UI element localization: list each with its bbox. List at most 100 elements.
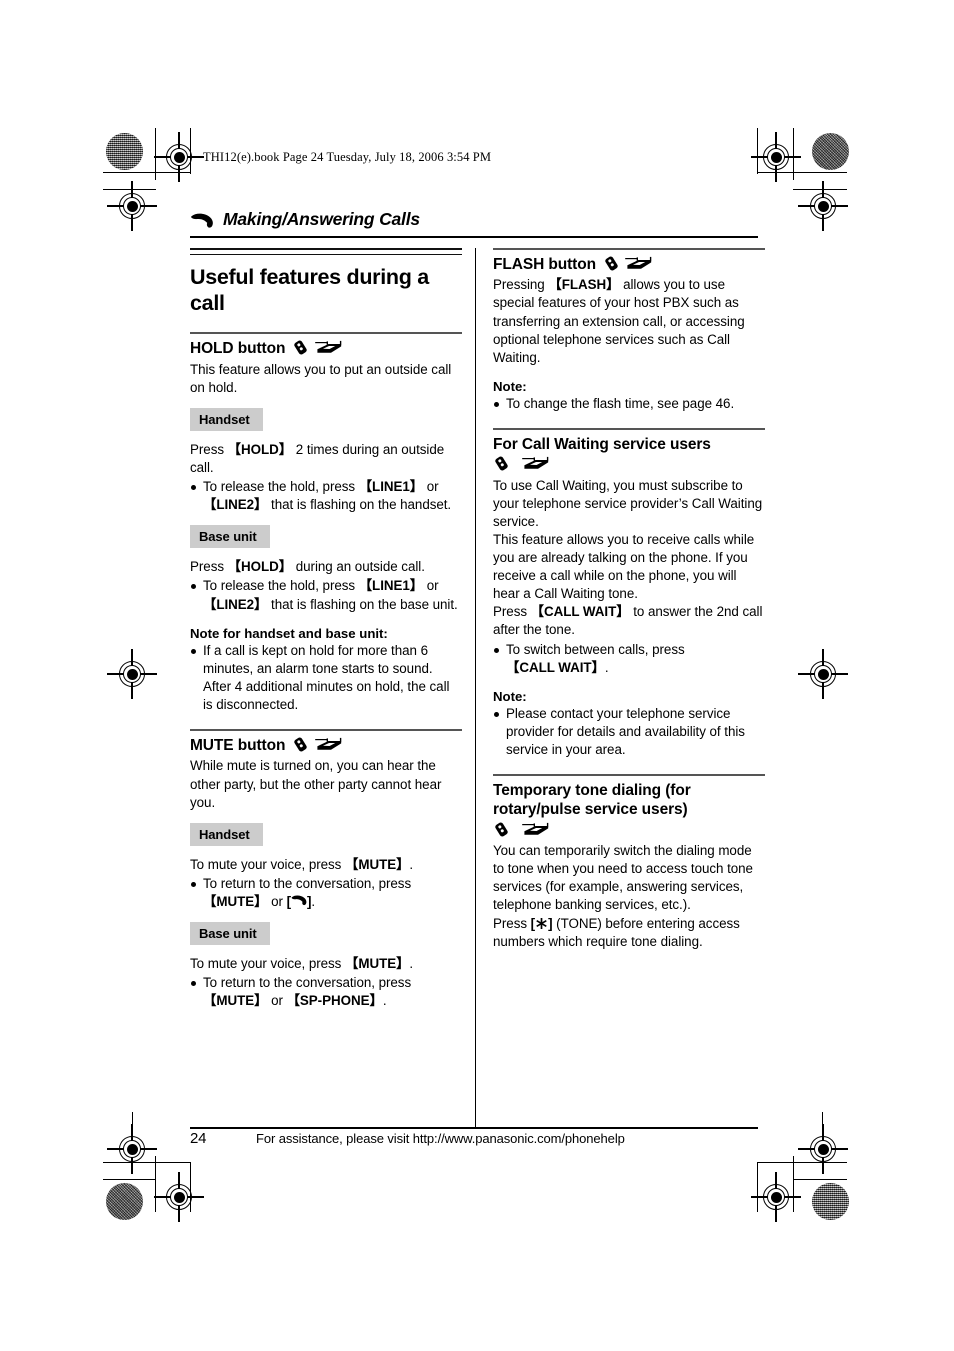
- base-unit-icon: [314, 737, 342, 752]
- crop-line: [757, 172, 847, 174]
- handset-badge: Handset: [190, 408, 263, 431]
- device-icon-pair: [603, 255, 652, 274]
- cordless-handset-icon: [292, 340, 309, 355]
- crop-line: [103, 1179, 156, 1181]
- crop-line: [155, 1156, 157, 1212]
- crop-line: [757, 1162, 847, 1164]
- hold-note-heading: Note for handset and base unit:: [190, 625, 388, 641]
- hold-button-heading: HOLD button: [190, 339, 462, 358]
- list-item: If a call is kept on hold for more than …: [190, 642, 462, 714]
- column-divider: [475, 248, 476, 1128]
- tone-dialing-heading: Temporary tone dialing (for rotary/pulse…: [493, 781, 765, 840]
- mute-handset-bullets: To return to the conversation, press 【MU…: [190, 875, 462, 911]
- base-unit-badge: Base unit: [190, 921, 270, 945]
- talk-key-icon: [291, 894, 307, 906]
- call-waiting-para-2: This feature allows you to receive calls…: [493, 531, 755, 602]
- list-item: To return to the conversation, press 【MU…: [190, 974, 462, 1010]
- base-unit-icon: [314, 340, 342, 355]
- registration-mark-top-left: [154, 132, 204, 182]
- telephone-handset-icon: [190, 213, 214, 230]
- crop-line: [103, 189, 156, 191]
- mute-base-bullets: To return to the conversation, press 【MU…: [190, 974, 462, 1010]
- footer-rule: [190, 1127, 758, 1129]
- registration-mark-bottom-right: [798, 1124, 848, 1174]
- call-waiting-note-heading: Note:: [493, 688, 527, 704]
- asterisk-tone-key-icon: [535, 917, 548, 930]
- device-icon-pair: [493, 455, 765, 474]
- flash-body-text: Pressing 【FLASH】 allows you to use speci…: [493, 277, 745, 365]
- halftone-patch-bottom-right: [812, 1183, 849, 1220]
- flash-button-heading: FLASH button: [493, 255, 765, 274]
- list-item: To release the hold, press 【LINE1】 or 【L…: [190, 577, 462, 613]
- base-unit-icon: [521, 456, 549, 471]
- subsection-rule: [493, 248, 765, 250]
- subsection-rule: [190, 729, 462, 732]
- crop-line: [190, 128, 192, 174]
- handset-badge: Handset: [190, 822, 263, 846]
- crop-line: [757, 1162, 759, 1212]
- chapter-title: Making/Answering Calls: [223, 209, 420, 229]
- list-item: To return to the conversation, press 【MU…: [190, 875, 462, 911]
- tone-dialing-para-2: Press [] (TONE) before entering access n…: [493, 915, 740, 949]
- subsection-rule: [190, 332, 462, 335]
- registration-mark-bottom-right-inner: [751, 1172, 801, 1222]
- cordless-handset-icon: [493, 456, 510, 471]
- crop-line: [103, 1162, 191, 1164]
- hold-base-instruction: Press 【HOLD】 during an outside call.: [190, 559, 425, 575]
- crop-line: [793, 1179, 847, 1181]
- device-icon-pair: [493, 821, 765, 840]
- device-icon-pair: [292, 339, 341, 358]
- registration-mark-bottom-left: [107, 1124, 157, 1174]
- call-waiting-para-3: Press 【CALL WAIT】 to answer the 2nd call…: [493, 604, 763, 638]
- mute-handset-instruction: To mute your voice, press 【MUTE】.: [190, 856, 414, 872]
- chapter-rule: [190, 236, 758, 238]
- crop-line: [103, 172, 191, 174]
- list-item: To change the flash time, see page 46.: [493, 395, 765, 413]
- page-content: Useful features during a call HOLD butto…: [190, 248, 765, 1128]
- device-icon-pair: [292, 736, 341, 755]
- registration-mark-top-right: [751, 132, 801, 182]
- hold-note-bullets: If a call is kept on hold for more than …: [190, 642, 462, 714]
- page-number: 24: [190, 1130, 207, 1147]
- mute-button-heading: MUTE button: [190, 736, 462, 755]
- halftone-patch-top-left: [106, 133, 143, 170]
- hold-intro-text: This feature allows you to put an outsid…: [190, 361, 452, 395]
- mute-intro-text: While mute is turned on, you can hear th…: [190, 758, 442, 810]
- crop-line: [757, 128, 759, 174]
- crop-line: [793, 189, 847, 191]
- right-column: FLASH button Pressing 【FLASH】 allows you…: [493, 248, 765, 951]
- section-rule: [190, 248, 462, 255]
- assistance-text: For assistance, please visit http://www.…: [256, 1131, 625, 1146]
- mute-base-instruction: To mute your voice, press 【MUTE】.: [190, 955, 414, 971]
- page-title: Useful features during a call: [190, 265, 429, 316]
- call-waiting-para-1: To use Call Waiting, you must subscribe …: [493, 477, 763, 529]
- registration-mark-bottom-left-inner: [154, 1172, 204, 1222]
- book-file-header-path: THI12(e).book Page 24 Tuesday, July 18, …: [203, 150, 492, 164]
- flash-note-heading: Note:: [493, 378, 527, 394]
- registration-mark-lower-right: [798, 649, 848, 699]
- hold-handset-instruction: Press 【HOLD】 2 times during an outside c…: [190, 442, 445, 476]
- registration-mark-lower-left: [107, 649, 157, 699]
- crop-line: [793, 1156, 795, 1212]
- call-waiting-heading: For Call Waiting service users: [493, 435, 765, 475]
- subsection-rule: [493, 774, 765, 776]
- page-footer: 24 For assistance, please visit http://w…: [190, 1130, 758, 1147]
- base-unit-badge: Base unit: [190, 525, 270, 549]
- crop-line: [190, 1162, 192, 1212]
- list-item: Please contact your telephone service pr…: [493, 705, 765, 759]
- flash-note-bullets: To change the flash time, see page 46.: [493, 395, 765, 413]
- left-column: Useful features during a call HOLD butto…: [190, 248, 462, 1010]
- tone-dialing-para-1: You can temporarily switch the dialing m…: [493, 843, 753, 913]
- base-unit-icon: [624, 256, 652, 271]
- call-waiting-note-bullets: Please contact your telephone service pr…: [493, 705, 765, 759]
- cordless-handset-icon: [603, 256, 620, 271]
- hold-base-bullets: To release the hold, press 【LINE1】 or 【L…: [190, 577, 462, 613]
- list-item: To release the hold, press 【LINE1】 or 【L…: [190, 478, 462, 514]
- call-waiting-bullets: To switch between calls, press 【CALL WAI…: [493, 641, 765, 677]
- list-item: To switch between calls, press 【CALL WAI…: [493, 641, 765, 677]
- chapter-header: Making/Answering Calls: [190, 209, 758, 230]
- hold-handset-bullets: To release the hold, press 【LINE1】 or 【L…: [190, 478, 462, 514]
- cordless-handset-icon: [493, 822, 510, 837]
- cordless-handset-icon: [292, 737, 309, 752]
- halftone-patch-bottom-left: [106, 1183, 143, 1220]
